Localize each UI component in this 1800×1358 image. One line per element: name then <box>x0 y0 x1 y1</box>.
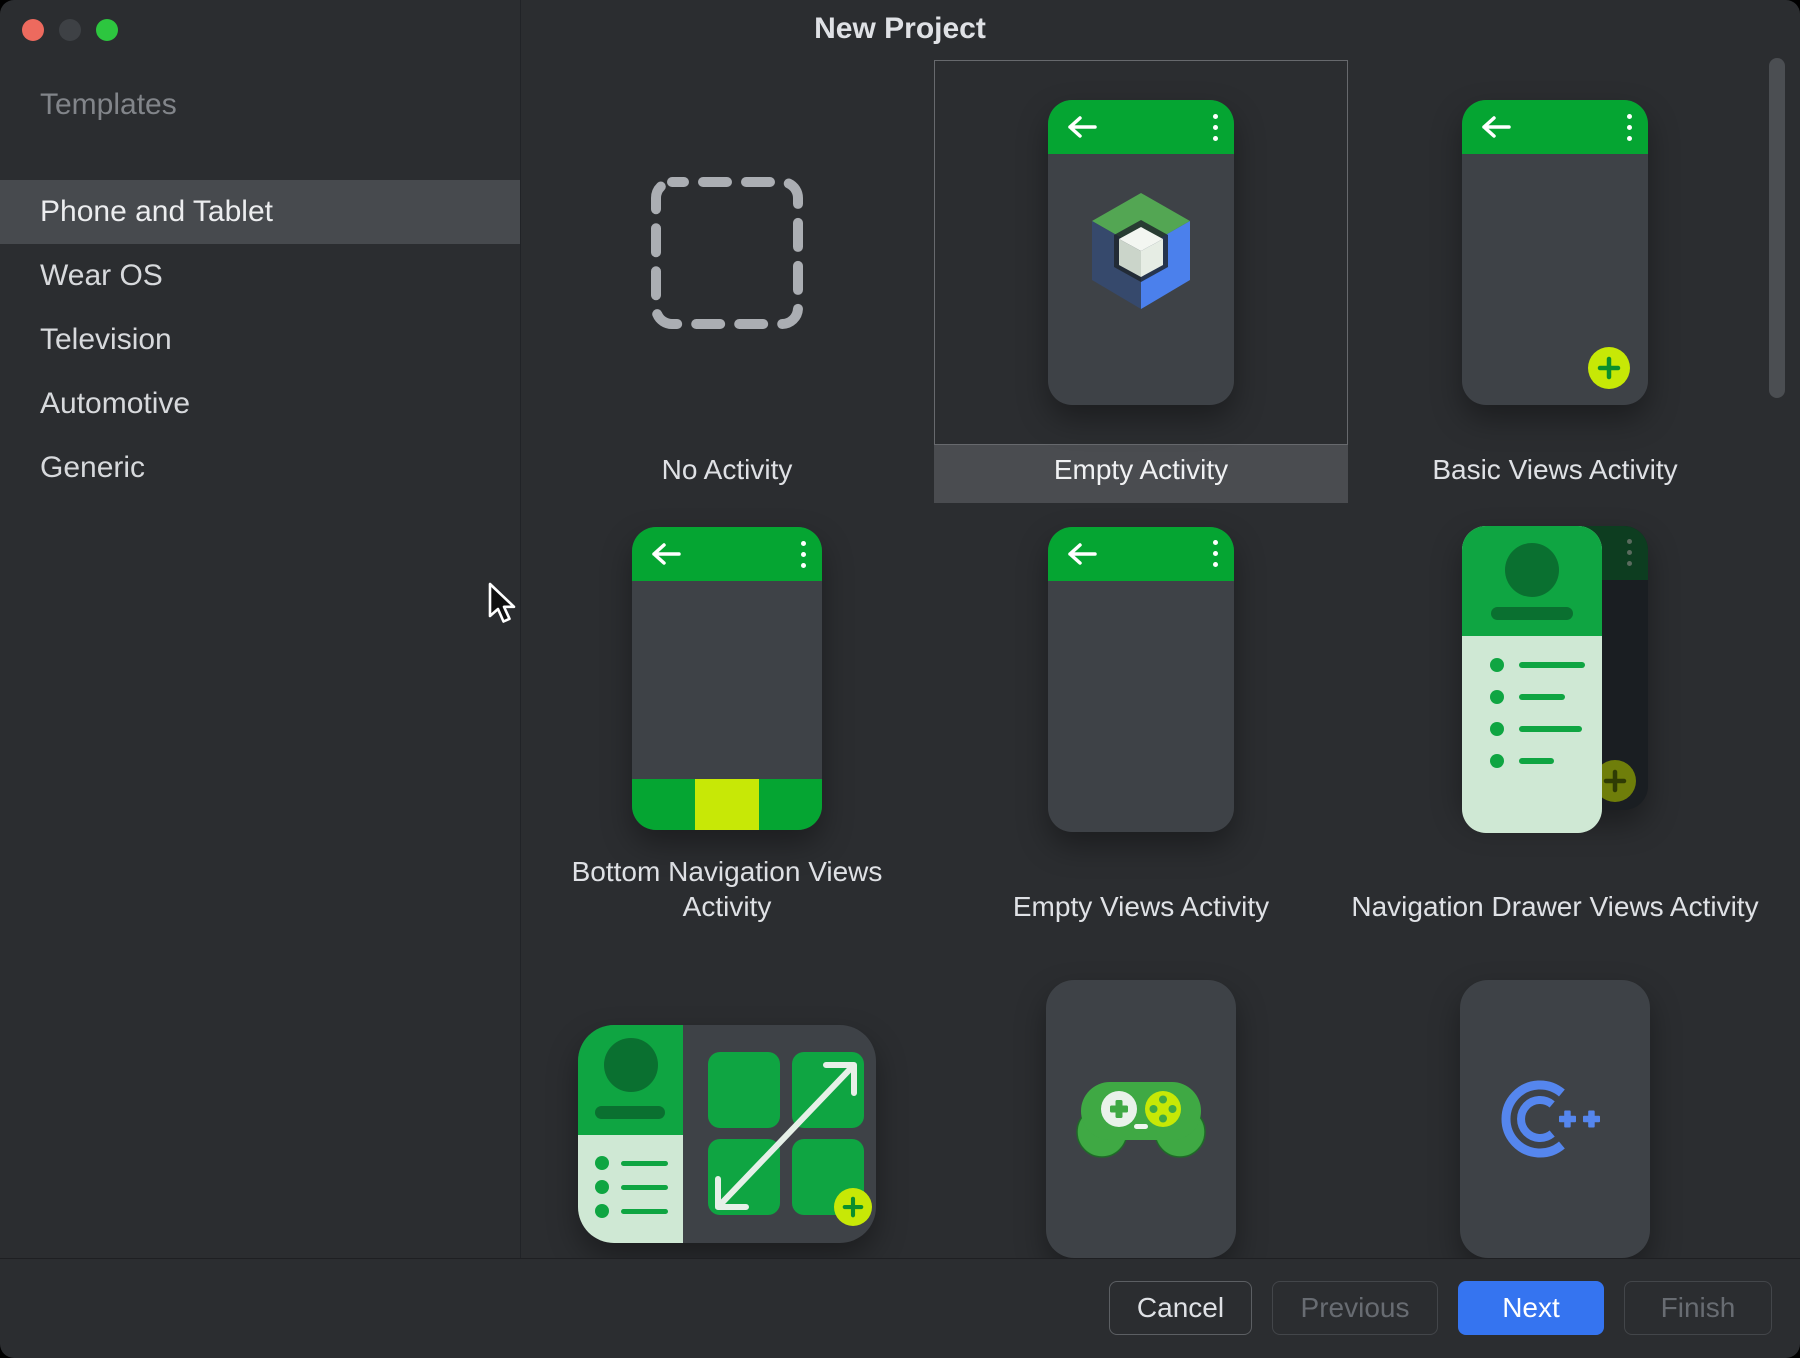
sidebar-list: Phone and Tablet Wear OS Television Auto… <box>0 180 520 500</box>
back-arrow-icon <box>650 542 682 566</box>
avatar <box>1505 543 1559 597</box>
sidebar-item-phone-and-tablet[interactable]: Phone and Tablet <box>0 180 520 244</box>
sidebar-item-generic[interactable]: Generic <box>0 436 520 500</box>
phone-mockup <box>632 527 822 830</box>
template-native-cpp[interactable] <box>1348 945 1762 1258</box>
phone-mockup <box>1048 527 1234 832</box>
overflow-menu-icon <box>1213 114 1218 141</box>
gamepad-icon <box>1075 1077 1207 1161</box>
nav-drawer <box>1462 526 1602 833</box>
back-arrow-icon <box>1480 115 1512 139</box>
scrollbar-thumb[interactable] <box>1769 58 1785 398</box>
template-no-activity[interactable]: No Activity <box>520 60 934 503</box>
phone-mockup <box>1048 100 1234 405</box>
window-title: New Project <box>814 12 986 46</box>
template-empty-activity[interactable]: Empty Activity <box>934 60 1348 503</box>
sidebar-header: Templates <box>40 88 177 122</box>
template-label: Navigation Drawer Views Activity <box>1348 855 1762 940</box>
mouse-cursor <box>487 582 519 626</box>
phone-mockup <box>1462 100 1648 405</box>
fab-icon <box>1588 347 1630 389</box>
footer: Cancel Previous Next Finish <box>0 1259 1800 1358</box>
compose-cube-icon <box>1084 191 1198 315</box>
template-navigation-drawer-views-activity[interactable]: Navigation Drawer Views Activity <box>1348 503 1762 940</box>
template-label: Empty Views Activity <box>934 855 1348 940</box>
app-bar <box>1048 100 1234 154</box>
responsive-grid-icon <box>578 1025 876 1243</box>
template-bottom-navigation-views-activity[interactable]: Bottom Navigation Views Activity <box>520 503 934 940</box>
new-project-dialog: New Project Templates Phone and Tablet W… <box>0 0 1800 1358</box>
sidebar-item-wear-os[interactable]: Wear OS <box>0 244 520 308</box>
template-basic-views-activity[interactable]: Basic Views Activity <box>1348 60 1762 503</box>
overflow-menu-icon <box>1627 114 1632 141</box>
back-arrow-icon <box>1066 115 1098 139</box>
phone-mockup <box>1460 980 1650 1258</box>
resize-arrow-icon <box>578 1025 876 1243</box>
back-arrow-icon <box>1066 542 1098 566</box>
overflow-menu-icon <box>801 541 806 568</box>
template-empty-views-activity[interactable]: Empty Views Activity <box>934 503 1348 940</box>
dashed-square-icon <box>647 173 807 333</box>
overflow-menu-icon <box>1627 539 1632 566</box>
template-game-activity[interactable] <box>934 945 1348 1258</box>
template-responsive-views[interactable] <box>520 945 934 1258</box>
previous-button[interactable]: Previous <box>1272 1281 1438 1335</box>
fab-icon <box>834 1188 872 1226</box>
next-button[interactable]: Next <box>1458 1281 1604 1335</box>
cpp-icon <box>1495 1073 1615 1165</box>
sidebar-item-television[interactable]: Television <box>0 308 520 372</box>
template-label: No Activity <box>520 445 934 503</box>
bottom-nav-bar <box>632 779 822 830</box>
phone-mockup <box>1462 526 1648 833</box>
templates-sidebar: Templates Phone and Tablet Wear OS Telev… <box>0 0 521 1258</box>
phone-mockup <box>1046 980 1236 1258</box>
template-label: Basic Views Activity <box>1348 445 1762 503</box>
overflow-menu-icon <box>1213 540 1218 567</box>
sidebar-item-automotive[interactable]: Automotive <box>0 372 520 436</box>
template-label: Bottom Navigation Views Activity <box>552 854 902 940</box>
template-label: Empty Activity <box>934 445 1348 503</box>
finish-button[interactable]: Finish <box>1624 1281 1772 1335</box>
cancel-button[interactable]: Cancel <box>1109 1281 1252 1335</box>
